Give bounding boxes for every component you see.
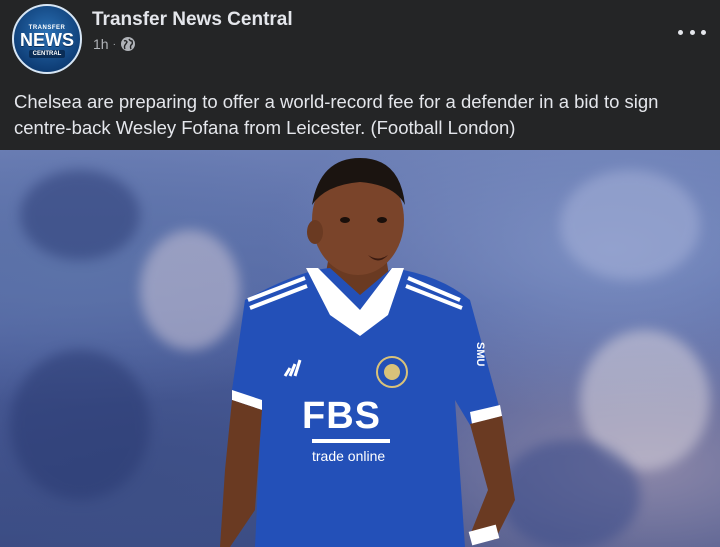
meta-separator: ·: [112, 38, 116, 50]
player-figure: [220, 158, 515, 547]
page-avatar[interactable]: TRANSFER NEWS CENTRAL: [12, 4, 82, 74]
sponsor-sub-text: trade online: [312, 448, 386, 464]
post-photo[interactable]: FBS trade online SMU: [0, 150, 720, 547]
post-timestamp[interactable]: 1h: [93, 36, 109, 52]
more-horizontal-icon: [678, 29, 683, 35]
post-caption: Chelsea are preparing to offer a world-r…: [14, 91, 659, 138]
post-meta: 1h ·: [93, 36, 136, 52]
sponsor-main-text: FBS: [302, 395, 381, 437]
sponsor-underline: [312, 439, 390, 443]
more-options-button[interactable]: [678, 22, 706, 42]
globe-icon: [120, 37, 135, 51]
post-header: TRANSFER NEWS CENTRAL Transfer News Cent…: [0, 0, 720, 80]
sleeve-sponsor-text: SMU: [474, 342, 486, 367]
avatar-logo-bottom: CENTRAL: [28, 49, 66, 58]
avatar-logo-main: NEWS: [20, 29, 74, 50]
page-name-link[interactable]: Transfer News Central: [92, 9, 293, 31]
